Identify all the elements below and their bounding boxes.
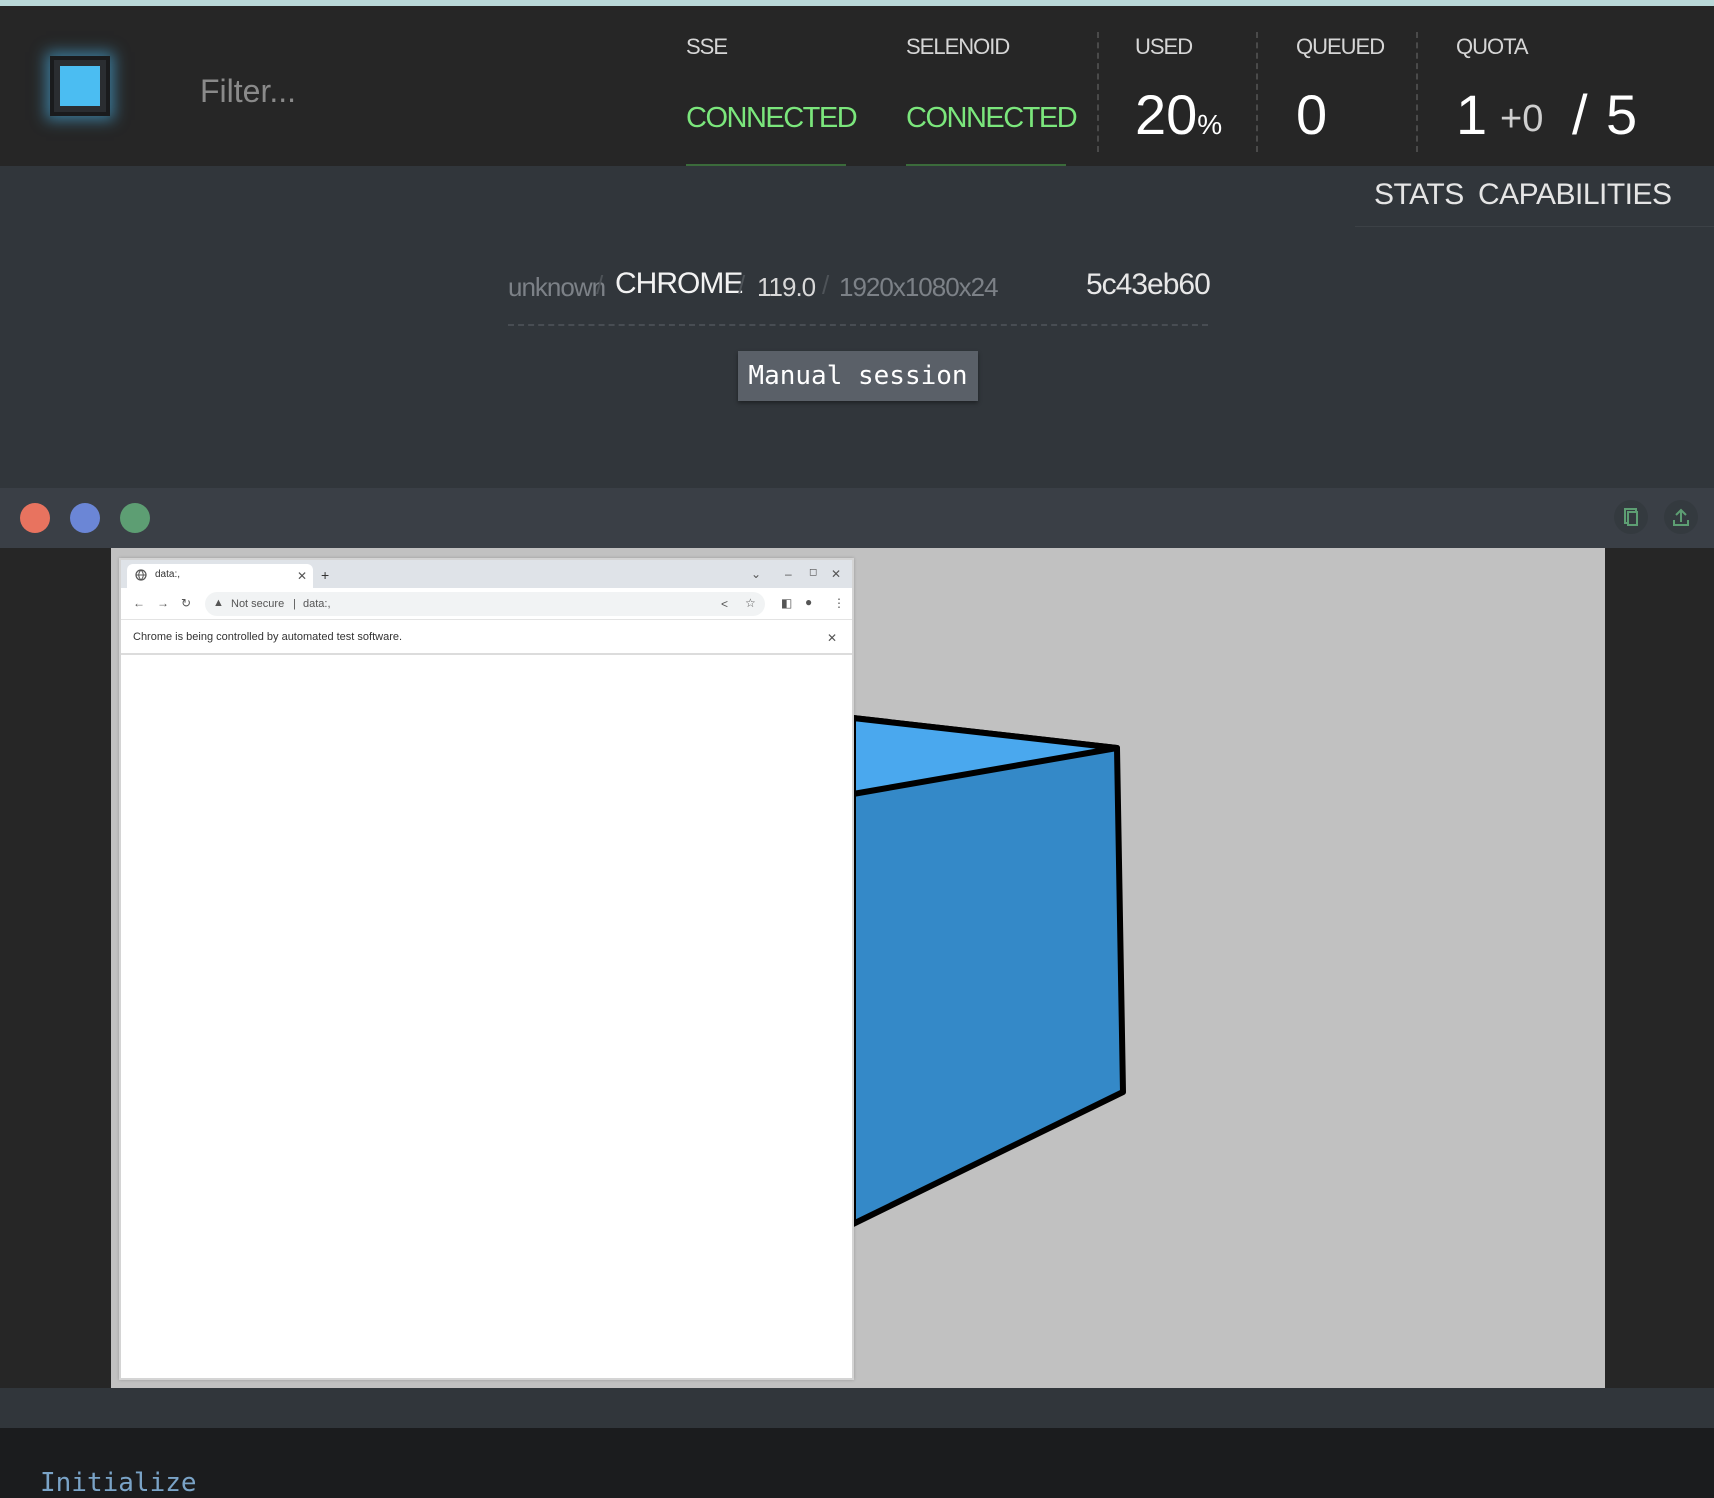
fullscreen-dot[interactable] — [70, 503, 100, 533]
separator — [1256, 32, 1258, 152]
used-label: USED — [1135, 34, 1193, 59]
slash-divider: / — [822, 270, 829, 300]
session-resolution: 1920x1080x24 — [839, 272, 999, 302]
quota-label: QUOTA — [1456, 34, 1529, 59]
infobar-text: Chrome is being controlled by automated … — [133, 631, 403, 643]
log-text: Initialize — [40, 1468, 197, 1498]
menu-icon[interactable]: ⋮ — [833, 597, 845, 609]
chrome-tab-title: data:, — [155, 569, 181, 580]
manual-session-button[interactable]: Manual session — [738, 351, 978, 401]
quota-slash: / — [1572, 83, 1588, 146]
quota-total: 5 — [1606, 83, 1638, 146]
back-icon[interactable]: ← — [133, 597, 145, 609]
minimize-icon[interactable]: – — [785, 568, 792, 580]
selenoid-label: SELENOID — [906, 34, 1010, 59]
omnibox-url: data:, — [303, 598, 331, 610]
session-browser: CHROME — [615, 267, 743, 300]
queued-value: 0 — [1296, 83, 1328, 146]
tab-close-icon[interactable]: ✕ — [297, 570, 307, 582]
chrome-window[interactable]: data:, ✕ + ⌄ – ◻ ✕ ← → ↻ ▲ Not secure | … — [119, 558, 854, 1380]
session-panel — [0, 166, 1714, 488]
clipboard-button[interactable] — [1614, 500, 1648, 534]
tab-stats[interactable]: STATS — [1374, 178, 1464, 212]
share-icon[interactable]: < — [721, 598, 728, 610]
quota-plus: +0 — [1500, 98, 1544, 140]
profile-icon[interactable]: ● — [805, 596, 812, 608]
automation-infobar: Chrome is being controlled by automated … — [121, 621, 852, 655]
warning-icon: ▲ — [213, 597, 224, 609]
reconnect-dot[interactable] — [120, 503, 150, 533]
star-icon[interactable]: ☆ — [745, 597, 756, 609]
side-panel-icon[interactable]: ◧ — [781, 597, 792, 609]
logo-square-icon — [60, 66, 100, 106]
omnibox[interactable]: ▲ Not secure | data:, < ☆ — [205, 592, 765, 616]
reload-icon[interactable]: ↻ — [181, 597, 191, 609]
globe-icon — [135, 569, 147, 581]
omnibox-divider: | — [293, 598, 296, 610]
sse-status: CONNECTED — [686, 102, 858, 134]
log-header-strip — [0, 1388, 1714, 1428]
header: SSE CONNECTED SELENOID CONNECTED USED 20… — [0, 6, 1714, 170]
used-number: 20 — [1135, 83, 1198, 146]
sse-label: SSE — [686, 34, 728, 59]
upload-icon — [1673, 508, 1689, 526]
session-id[interactable]: 5c43eb60 — [1086, 268, 1211, 302]
session-platform: unknown — [508, 272, 606, 302]
upload-button[interactable] — [1664, 500, 1698, 534]
vnc-screen[interactable]: data:, ✕ + ⌄ – ◻ ✕ ← → ↻ ▲ Not secure | … — [111, 548, 1605, 1388]
selenoid-status: CONNECTED — [906, 102, 1078, 134]
separator — [1416, 32, 1418, 152]
chrome-tab[interactable]: data:, ✕ — [127, 564, 313, 588]
filter-input[interactable] — [200, 66, 500, 116]
new-tab-icon[interactable]: + — [321, 568, 329, 582]
slash-divider: / — [738, 270, 745, 300]
selenoid-logo[interactable] — [50, 56, 110, 116]
log-panel: Initialize — [0, 1428, 1714, 1498]
security-label: Not secure — [231, 598, 285, 610]
tab-search-icon[interactable]: ⌄ — [751, 568, 761, 580]
chrome-toolbar: ← → ↻ ▲ Not secure | data:, < ☆ ◧ ● ⋮ — [121, 588, 852, 620]
close-dot[interactable] — [20, 503, 50, 533]
tab-capabilities[interactable]: CAPABILITIES — [1478, 178, 1672, 212]
session-divider — [508, 324, 1208, 326]
vnc-toolbar — [0, 488, 1714, 548]
infobar-close-icon[interactable]: ✕ — [827, 632, 837, 644]
chrome-tabstrip: data:, ✕ + ⌄ – ◻ ✕ — [121, 560, 852, 588]
separator — [1097, 32, 1099, 152]
slash-divider: / — [596, 270, 603, 300]
session-version: 119.0 — [757, 272, 816, 302]
used-value: 20% — [1135, 82, 1222, 147]
quota-used: 1 — [1456, 83, 1488, 146]
queued-label: QUEUED — [1296, 34, 1385, 59]
forward-icon[interactable]: → — [157, 597, 169, 609]
window-close-icon[interactable]: ✕ — [831, 568, 841, 580]
used-unit: % — [1197, 109, 1223, 140]
clipboard-icon — [1624, 508, 1638, 526]
maximize-icon[interactable]: ◻ — [809, 568, 817, 578]
tabs-underline — [1355, 226, 1714, 227]
